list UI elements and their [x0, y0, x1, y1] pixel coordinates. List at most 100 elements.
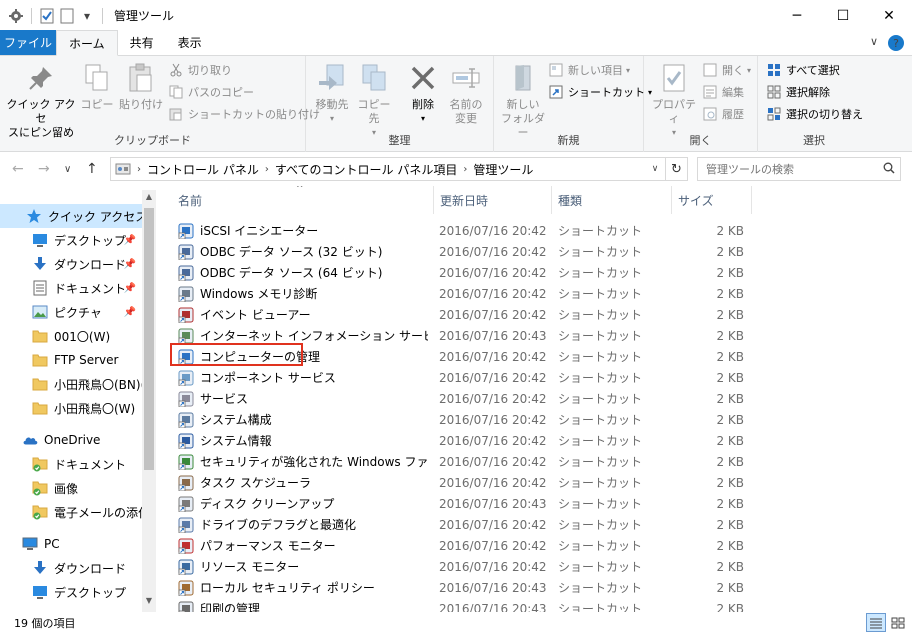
open-button[interactable]: 開く ▾ [702, 60, 751, 80]
breadcrumb-control-panel[interactable]: コントロール パネル [143, 161, 263, 178]
nav-item-ftp-server[interactable]: FTP Server [0, 348, 142, 372]
tab-file[interactable]: ファイル [0, 30, 56, 55]
nav-item-pictures[interactable]: ピクチャ 📌 [0, 300, 142, 324]
nav-item-folder-bn[interactable]: 小田飛鳥〇(BN)( [0, 372, 142, 396]
help-icon[interactable]: ? [888, 35, 904, 51]
file-row[interactable]: ODBC データ ソース (32 ビット) 2016/07/16 20:42 ショー… [172, 241, 752, 262]
forward-button[interactable]: → [38, 161, 50, 177]
nav-item-pc-desktop[interactable]: デスクトップ [0, 580, 142, 604]
nav-item-onedrive-documents[interactable]: ドキュメント [0, 452, 142, 476]
nav-item-onedrive-images[interactable]: 画像 [0, 476, 142, 500]
paste-shortcut-button[interactable]: ショートカットの貼り付け [168, 104, 320, 124]
nav-item-onedrive[interactable]: OneDrive [0, 428, 142, 452]
scroll-down-icon[interactable]: ▼ [142, 596, 156, 605]
file-row[interactable]: タスク スケジューラ 2016/07/16 20:42 ショートカット 2 KB [172, 472, 752, 493]
file-row[interactable]: サービス 2016/07/16 20:42 ショートカット 2 KB [172, 388, 752, 409]
scissors-icon [168, 62, 184, 78]
file-row[interactable]: 印刷の管理 2016/07/16 20:43 ショートカット 2 KB [172, 598, 752, 612]
select-none-button[interactable]: 選択解除 [766, 82, 830, 102]
properties-button[interactable]: プロパティ ▾ [648, 62, 700, 140]
nav-scrollbar[interactable]: ▲ ▼ [142, 190, 156, 612]
file-row[interactable]: コンポーネント サービス 2016/07/16 20:42 ショートカット 2 KB [172, 367, 752, 388]
address-bar[interactable]: › コントロール パネル › すべてのコントロール パネル項目 › 管理ツール … [110, 157, 688, 181]
nav-item-downloads[interactable]: ダウンロード 📌 [0, 252, 142, 276]
copy-button[interactable]: コピー [80, 62, 114, 112]
breadcrumb-separator[interactable]: › [461, 164, 469, 175]
invert-selection-button[interactable]: 選択の切り替え [766, 104, 863, 124]
scroll-up-icon[interactable]: ▲ [142, 192, 156, 201]
breadcrumb-all-items[interactable]: すべてのコントロール パネル項目 [271, 161, 462, 178]
file-row[interactable]: パフォーマンス モニター 2016/07/16 20:42 ショートカット 2 KB [172, 535, 752, 556]
file-row[interactable]: Windows メモリ診断 2016/07/16 20:42 ショートカット 2 KB [172, 283, 752, 304]
details-view-button[interactable] [866, 613, 886, 632]
column-header-size[interactable]: サイズ [672, 186, 752, 214]
nav-item-desktop[interactable]: デスクトップ 📌 [0, 228, 142, 252]
column-header-type[interactable]: 種類 [552, 186, 672, 214]
new-group-label: 新規 [557, 134, 580, 147]
breadcrumb-separator[interactable]: › [263, 164, 271, 175]
search-icon[interactable] [878, 162, 900, 177]
file-row[interactable]: システム情報 2016/07/16 20:42 ショートカット 2 KB [172, 430, 752, 451]
pin-icon[interactable]: 📌 [124, 259, 136, 270]
copy-path-button[interactable]: パスのコピー [168, 82, 254, 102]
edit-button[interactable]: 編集 [702, 82, 744, 102]
new-item-button[interactable]: 新しい項目 ▾ [548, 60, 630, 80]
history-button[interactable]: 履歴 [702, 104, 744, 124]
nav-item-pc[interactable]: PC [0, 532, 142, 556]
select-all-button[interactable]: すべて選択 [766, 60, 840, 80]
breadcrumb-separator[interactable]: › [135, 164, 143, 175]
new-folder-qat-icon[interactable] [59, 8, 75, 24]
paste-button[interactable]: 貼り付け [118, 62, 164, 112]
tab-view[interactable]: 表示 [166, 30, 214, 55]
close-button[interactable]: ✕ [866, 0, 912, 31]
file-name-cell: ODBC データ ソース (64 ビット) [178, 264, 428, 281]
refresh-button[interactable]: ↻ [665, 158, 687, 180]
nav-item-email-attachments[interactable]: 電子メールの添付 [0, 500, 142, 524]
file-row[interactable]: セキュリティが強化された Windows ファイアウ... 2016/07/16 … [172, 451, 752, 472]
tab-home[interactable]: ホーム [56, 30, 118, 56]
nav-item-documents[interactable]: ドキュメント 📌 [0, 276, 142, 300]
file-size: 2 KB [716, 496, 744, 511]
cut-button[interactable]: 切り取り [168, 60, 232, 80]
large-icons-view-button[interactable] [888, 613, 908, 632]
copy-to-button[interactable]: コピー先 ▾ [354, 62, 394, 140]
move-to-button[interactable]: 移動先 ▾ [312, 62, 352, 126]
nav-item-quick-access[interactable]: クイック アクセス [0, 204, 142, 228]
minimize-button[interactable]: ─ [774, 0, 820, 31]
tab-share[interactable]: 共有 [118, 30, 166, 55]
nav-item-pc-downloads[interactable]: ダウンロード [0, 556, 142, 580]
nav-item-folder-001[interactable]: 001〇(W) [0, 324, 142, 348]
recent-locations-button[interactable]: ∨ [64, 164, 71, 175]
back-button[interactable]: ← [12, 161, 24, 177]
scroll-thumb[interactable] [144, 208, 154, 470]
maximize-button[interactable]: ☐ [820, 0, 866, 31]
file-row[interactable]: ドライブのデフラグと最適化 2016/07/16 20:42 ショートカット 2 KB [172, 514, 752, 535]
up-button[interactable]: ↑ [86, 161, 98, 177]
file-row[interactable]: ローカル セキュリティ ポリシー 2016/07/16 20:43 ショートカット 2… [172, 577, 752, 598]
properties-check-icon [658, 62, 690, 94]
shortcut-button[interactable]: ショートカット ▾ [548, 82, 652, 102]
search-input[interactable] [698, 162, 878, 176]
qat-dropdown-icon[interactable]: ▾ [79, 8, 95, 24]
pin-icon[interactable]: 📌 [124, 307, 136, 318]
file-row[interactable]: ディスク クリーンアップ 2016/07/16 20:43 ショートカット 2 KB [172, 493, 752, 514]
file-row[interactable]: iSCSI イニシエーター 2016/07/16 20:42 ショートカット 2 KB [172, 220, 752, 241]
file-row[interactable]: システム構成 2016/07/16 20:42 ショートカット 2 KB [172, 409, 752, 430]
rename-button[interactable]: 名前の 変更 [444, 62, 488, 126]
column-header-date[interactable]: 更新日時 [434, 186, 552, 214]
pin-quick-access-button[interactable]: クイック アクセ スにピン留め [6, 62, 76, 140]
breadcrumb-admin-tools[interactable]: 管理ツール [469, 161, 537, 178]
file-row[interactable]: リソース モニター 2016/07/16 20:42 ショートカット 2 KB [172, 556, 752, 577]
file-row[interactable]: ODBC データ ソース (64 ビット) 2016/07/16 20:42 ショー… [172, 262, 752, 283]
pin-icon[interactable]: 📌 [124, 283, 136, 294]
properties-icon[interactable] [39, 8, 55, 24]
pin-icon[interactable]: 📌 [124, 235, 136, 246]
delete-button[interactable]: 削除 ▾ [406, 62, 440, 126]
nav-item-folder-w[interactable]: 小田飛鳥〇(W) [0, 396, 142, 420]
ribbon-collapse-icon[interactable]: ∨ [870, 35, 878, 51]
address-dropdown-icon[interactable]: ∨ [645, 164, 665, 174]
system-menu-icon[interactable] [8, 8, 24, 24]
column-header-name[interactable]: 名前 [172, 186, 434, 214]
file-row[interactable]: イベント ビューアー 2016/07/16 20:42 ショートカット 2 KB [172, 304, 752, 325]
new-folder-button[interactable]: 新しい フォルダー [498, 62, 548, 140]
